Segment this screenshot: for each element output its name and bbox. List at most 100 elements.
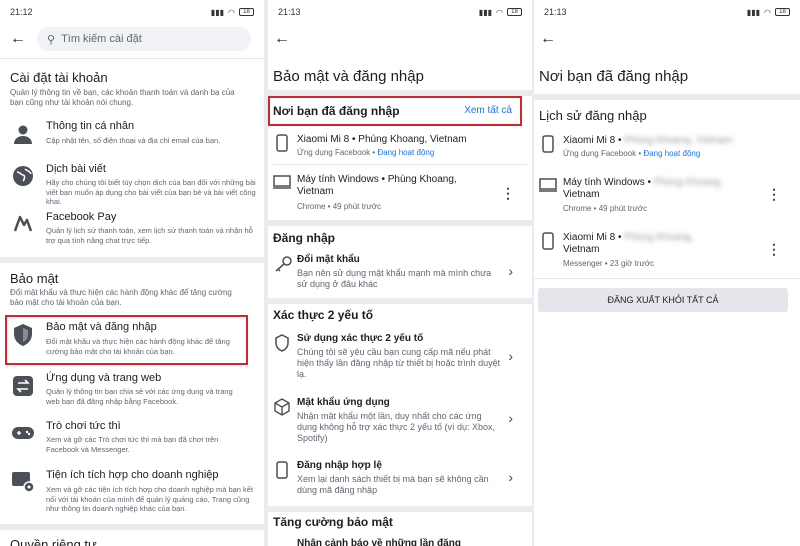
device-country: Vietnam (563, 189, 600, 200)
chevron-right-icon: › (508, 263, 513, 279)
device-last-active: Chrome • 49 phút trước (563, 204, 648, 213)
login-section-title: Đăng nhập (273, 231, 335, 245)
item-desc: Quản lý thông tin bạn chia sẻ với các ứn… (46, 387, 233, 406)
battery-icon: 18 (507, 8, 522, 16)
device-app: Ứng dụng Facebook • (297, 148, 378, 157)
device-name: Xiaomi Mi 8 • (563, 135, 622, 146)
section-divider (268, 220, 532, 226)
pay-icon (10, 212, 36, 238)
device-item[interactable]: Xiaomi Mi 8 • Phùng Khoang, Vietnam Ứng … (539, 133, 789, 163)
device-item[interactable]: Máy tính Windows • Phùng Khoang, Vietnam… (273, 172, 523, 214)
item-title: Trò chơi tức thì (46, 420, 121, 432)
personal-info-item[interactable]: Thông tin cá nhân Cập nhật tên, số điện … (0, 118, 264, 160)
chevron-right-icon: › (508, 469, 513, 485)
phone-icon (276, 461, 288, 484)
item-title: Thông tin cá nhân (46, 120, 135, 132)
section-divider (268, 298, 532, 304)
section-divider (268, 506, 532, 512)
item-title: Mật khẩu ứng dụng (297, 397, 390, 408)
status-time: 21:13 (278, 7, 301, 17)
status-bar: 21:13 ▮▮▮ ◠ 18 (268, 0, 532, 24)
facebook-pay-item[interactable]: Facebook Pay Quản lý lịch sử thanh toán,… (0, 210, 264, 255)
item-title: Ứng dụng và trang web (46, 372, 162, 384)
phone-icon (542, 232, 554, 255)
blurred-location: Phùng Khoang, Vietnam (624, 135, 733, 146)
item-desc: Cập nhật tên, số điện thoại và địa chỉ e… (46, 136, 221, 145)
account-settings-desc: Quản lý thông tin về bạn, các khoản than… (10, 88, 235, 107)
phone-icon (542, 135, 554, 158)
logout-all-button[interactable]: ĐĂNG XUẤT KHỎI TẤT CẢ (538, 288, 788, 312)
item-title: Sử dụng xác thực 2 yếu tố (297, 333, 424, 344)
status-icons: ▮▮▮ ◠ 18 (479, 8, 522, 17)
key-icon (274, 256, 292, 277)
app-passwords-item[interactable]: Mật khẩu ứng dụng Nhận mật khẩu một lần,… (273, 396, 523, 452)
two-factor-section-title: Xác thực 2 yếu tố (273, 308, 374, 322)
business-integrations-item[interactable]: Tiện ích tích hợp cho doanh nghiệp Xem v… (0, 466, 264, 518)
device-country: Vietnam (563, 244, 600, 255)
device-item[interactable]: Máy tính Windows • Phùng Khoang, Vietnam… (539, 175, 789, 217)
search-input[interactable]: ⚲ Tìm kiếm cài đặt (37, 27, 251, 51)
battery-icon: 18 (775, 8, 790, 16)
apps-websites-item[interactable]: Ứng dụng và trang web Quản lý thông tin … (0, 370, 264, 412)
more-options-icon[interactable]: ⋮ (767, 187, 781, 201)
device-last-active: Chrome • 49 phút trước (297, 202, 382, 211)
item-desc: Chúng tôi sẽ yêu cầu bạn cung cấp mã nếu… (297, 347, 501, 379)
item-desc: Quản lý lịch sử thanh toán, xem lịch sử … (46, 226, 253, 245)
page-title: Bảo mật và đăng nhập (273, 68, 424, 85)
see-all-link[interactable]: Xem tất cả (464, 105, 512, 116)
active-status: Đang hoạt động (377, 148, 435, 157)
where-logged-in-title: Nơi bạn đã đăng nhập (273, 104, 400, 118)
device-item[interactable]: Xiaomi Mi 8 • Phùng Khoang, Vietnam Mess… (539, 230, 789, 272)
more-options-icon[interactable]: ⋮ (767, 242, 781, 256)
shield-icon (274, 334, 290, 357)
security-title: Bảo mật (10, 271, 59, 286)
battery-icon: 18 (239, 8, 254, 16)
business-integration-icon (10, 469, 36, 495)
device-name: Xiaomi Mi 8 • (563, 232, 622, 243)
security-login-panel: 21:13 ▮▮▮ ◠ 18 ← Bảo mật và đăng nhập Nơi … (268, 0, 532, 546)
item-title: Đổi mật khẩu (297, 254, 360, 265)
device-name: Máy tính Windows • (563, 177, 651, 188)
section-divider (0, 257, 264, 263)
device-name: Xiaomi Mi 8 • Phùng Khoang, Vietnam (297, 134, 467, 145)
status-bar: 21:13 ▮▮▮ ◠ 18 (534, 0, 800, 24)
section-divider (0, 524, 264, 530)
device-item[interactable]: Xiaomi Mi 8 • Phùng Khoang, Vietnam Ứng … (273, 132, 523, 160)
more-options-icon[interactable]: ⋮ (501, 186, 515, 200)
page-title: Nơi bạn đã đăng nhập (539, 68, 689, 85)
alerts-item-partial[interactable]: Nhận cảnh báo về những lần đăng (297, 538, 461, 546)
two-factor-item[interactable]: Sử dụng xác thực 2 yếu tố Chúng tôi sẽ y… (273, 332, 523, 388)
status-bar: 21:12 ▮▮▮ ◠ 18 (0, 0, 264, 24)
privacy-title-partial: Quyền riêng tư (10, 537, 97, 546)
item-desc: Xem và gỡ các tiện ích tích hợp cho doan… (46, 485, 254, 513)
gamepad-icon (10, 420, 36, 446)
status-icons: ▮▮▮ ◠ 18 (211, 8, 254, 17)
blurred-location: Phùng Khoang, (653, 177, 723, 188)
signal-icon: ▮▮▮ (210, 7, 225, 17)
wifi-icon: ◠ (496, 7, 503, 17)
trusted-devices-item[interactable]: Đăng nhập hợp lệ Xem lại danh sách thiết… (273, 459, 523, 501)
signal-icon: ▮▮▮ (746, 7, 761, 17)
back-arrow-icon[interactable]: ← (540, 31, 556, 47)
where-logged-in-panel: 21:13 ▮▮▮ ◠ 18 ← Nơi bạn đã đăng nhập Lịch… (534, 0, 800, 546)
back-arrow-icon[interactable]: ← (274, 31, 290, 47)
security-desc: Đổi mật khẩu và thực hiện các hành động … (10, 288, 232, 307)
item-title: Dịch bài viết (46, 163, 106, 175)
computer-icon (539, 178, 557, 197)
history-title: Lịch sử đăng nhập (539, 108, 647, 123)
back-arrow-icon[interactable]: ← (10, 31, 26, 47)
phone-icon (276, 134, 288, 157)
status-time: 21:13 (544, 7, 567, 17)
item-desc: Xem và gỡ các Trò chơi tức thì mà bạn đã… (46, 435, 219, 454)
chevron-right-icon: › (508, 348, 513, 364)
extra-security-title: Tăng cường bảo mật (273, 515, 393, 529)
translate-posts-item[interactable]: Dịch bài viết Hãy cho chúng tôi biết tùy… (0, 161, 264, 209)
change-password-item[interactable]: Đổi mật khẩu Bạn nên sử dụng mật khẩu mạ… (273, 253, 523, 295)
instant-games-item[interactable]: Trò chơi tức thì Xem và gỡ các Trò chơi … (0, 418, 264, 460)
apps-icon (10, 373, 36, 399)
computer-icon (273, 175, 291, 194)
item-title: Tiện ích tích hợp cho doanh nghiệp (46, 469, 219, 481)
device-name: Máy tính Windows • Phùng Khoang, Vietnam (297, 174, 457, 197)
wifi-icon: ◠ (228, 7, 235, 17)
device-last-active: Messenger • 23 giờ trước (563, 259, 655, 268)
